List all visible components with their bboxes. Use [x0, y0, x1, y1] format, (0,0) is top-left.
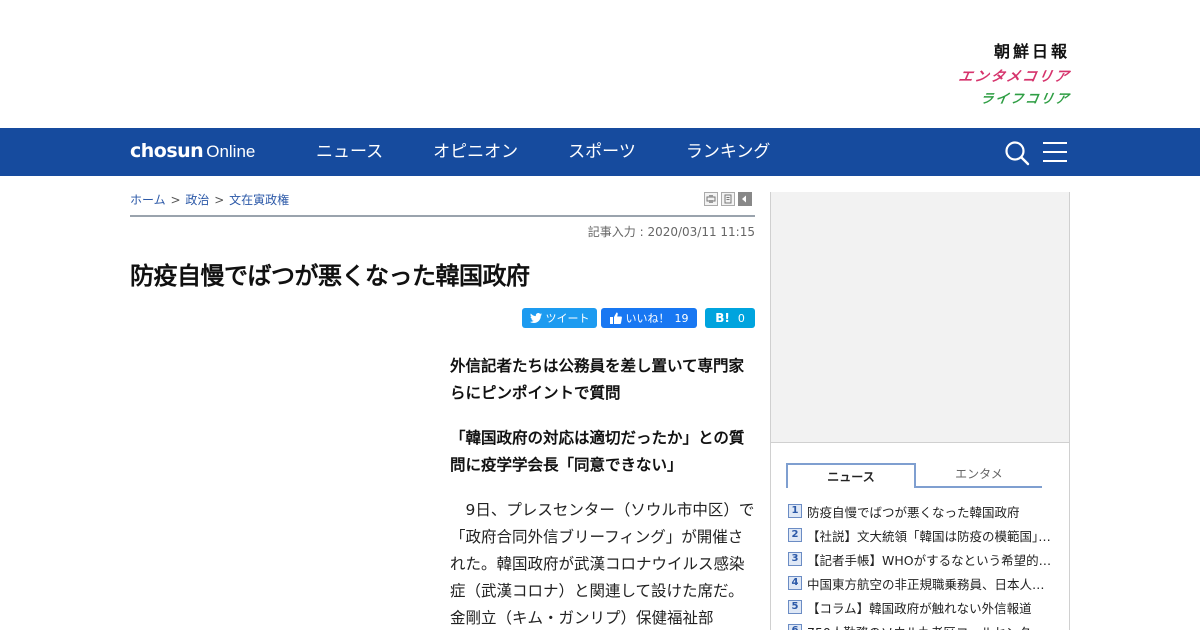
- rank-title: 【コラム】韓国政府が触れない外信報道: [807, 600, 1032, 616]
- rank-number: 5: [788, 600, 802, 614]
- breadcrumb-politics[interactable]: 政治: [185, 193, 209, 207]
- main-nav: chosun Online ニュース オピニオン スポーツ ランキング: [0, 128, 1200, 176]
- hamburger-menu-icon[interactable]: [1043, 141, 1067, 163]
- divider: [130, 215, 755, 217]
- tweet-button[interactable]: ツイート: [522, 308, 597, 328]
- hatena-b-icon: B!: [715, 311, 730, 325]
- entame-korea-logo[interactable]: エンタメコリア: [888, 69, 1071, 88]
- life-korea-logo[interactable]: ライフコリア: [889, 92, 1072, 109]
- tweet-label: ツイート: [545, 312, 590, 325]
- like-label: いいね！: [625, 312, 670, 325]
- nav-item-opinion[interactable]: オピニオン: [408, 128, 543, 176]
- article-body: 9日、プレスセンター（ソウル市中区）で「政府合同外信ブリーフィング」が開催された…: [450, 501, 755, 627]
- nav-item-ranking[interactable]: ランキング: [661, 128, 796, 176]
- nav-item-sports[interactable]: スポーツ: [543, 128, 661, 176]
- breadcrumb-separator: >: [214, 193, 225, 207]
- nav-item-news[interactable]: ニュース: [291, 128, 408, 176]
- hatena-count: 0: [737, 311, 745, 325]
- article-headline: 防疫自慢でばつが悪くなった韓国政府: [130, 262, 530, 290]
- rank-number: 1: [788, 504, 802, 518]
- ranking-item[interactable]: 6 750人勤務のソウル九老区コールセンター: [788, 619, 1054, 630]
- article-lead-2: 「韓国政府の対応は適切だったか」との質問に疫学学会長「同意できない」: [450, 429, 745, 474]
- breadcrumb: ホーム > 政治 > 文在寅政権: [130, 191, 289, 208]
- document-icon[interactable]: [721, 192, 735, 206]
- tab-news[interactable]: ニュース: [786, 463, 916, 488]
- hatena-bookmark-button[interactable]: B! 0: [705, 308, 755, 328]
- ranking-item[interactable]: 1 防疫自慢でばつが悪くなった韓国政府: [788, 499, 1054, 523]
- rank-number: 6: [788, 624, 802, 630]
- tab-entame[interactable]: エンタメ: [916, 463, 1042, 488]
- ranking-item[interactable]: 4 中国東方航空の非正規職乗務員、日本人客に暴言: [788, 571, 1054, 595]
- page: 朝鮮日報 エンタメコリア ライフコリア chosun Online ニュース オピ…: [0, 0, 1200, 630]
- facebook-like-button[interactable]: いいね！ 19: [601, 308, 697, 328]
- ranking-tabs: ニュース エンタメ: [786, 463, 1042, 488]
- rank-number: 4: [788, 576, 802, 590]
- ad-placeholder: [770, 192, 1070, 443]
- ranking-item[interactable]: 2 【社説】文大統領「韓国は防疫の模範国」、自画自賛は控えるべき: [788, 523, 1054, 547]
- rank-title: 【記者手帳】WHOがするなという希望的観測: [807, 552, 1054, 568]
- rank-title: 750人勤務のソウル九老区コールセンター: [807, 622, 1043, 630]
- ranking-item[interactable]: 3 【記者手帳】WHOがするなという希望的観測: [788, 547, 1054, 571]
- article-tools: [704, 192, 752, 206]
- brand-links: 朝鮮日報 エンタメコリア ライフコリア: [888, 44, 1072, 109]
- rank-number: 3: [788, 552, 802, 566]
- breadcrumb-home[interactable]: ホーム: [130, 193, 166, 207]
- breadcrumb-administration[interactable]: 文在寅政権: [229, 193, 289, 207]
- ranking-item[interactable]: 5 【コラム】韓国政府が触れない外信報道: [788, 595, 1054, 619]
- social-share: ツイート いいね！ 19 B! 0: [522, 308, 755, 328]
- ranking-list: 1 防疫自慢でばつが悪くなった韓国政府 2 【社説】文大統領「韓国は防疫の模範国…: [788, 499, 1054, 630]
- rank-title: 中国東方航空の非正規職乗務員、日本人客に暴言: [807, 576, 1054, 592]
- breadcrumb-separator: >: [170, 193, 181, 207]
- search-icon[interactable]: [1004, 140, 1030, 166]
- rank-number: 2: [788, 528, 802, 542]
- article-lead-1: 外信記者たちは公務員を差し置いて専門家らにピンポイントで質問: [450, 357, 745, 402]
- article-dateline: 記事入力 : 2020/03/11 11:15: [587, 225, 755, 239]
- back-arrow-icon[interactable]: [738, 192, 752, 206]
- chosun-ilbo-logo[interactable]: 朝鮮日報: [890, 44, 1070, 64]
- rank-title: 防疫自慢でばつが悪くなった韓国政府: [807, 504, 1020, 520]
- thumbs-up-icon: [609, 312, 622, 324]
- twitter-bird-icon: [529, 313, 542, 323]
- site-logo-sub: Online: [206, 142, 256, 161]
- site-logo[interactable]: chosun Online: [130, 140, 255, 162]
- rank-title: 【社説】文大統領「韓国は防疫の模範国」、自画自賛は控えるべき: [807, 528, 1054, 544]
- ranking-panel: ニュース エンタメ 1 防疫自慢でばつが悪くなった韓国政府 2 【社説】文大統領…: [770, 443, 1070, 630]
- like-count: 19: [674, 311, 689, 325]
- site-logo-main: chosun: [130, 140, 204, 162]
- nav-items: ニュース オピニオン スポーツ ランキング: [291, 128, 795, 176]
- print-icon[interactable]: [704, 192, 718, 206]
